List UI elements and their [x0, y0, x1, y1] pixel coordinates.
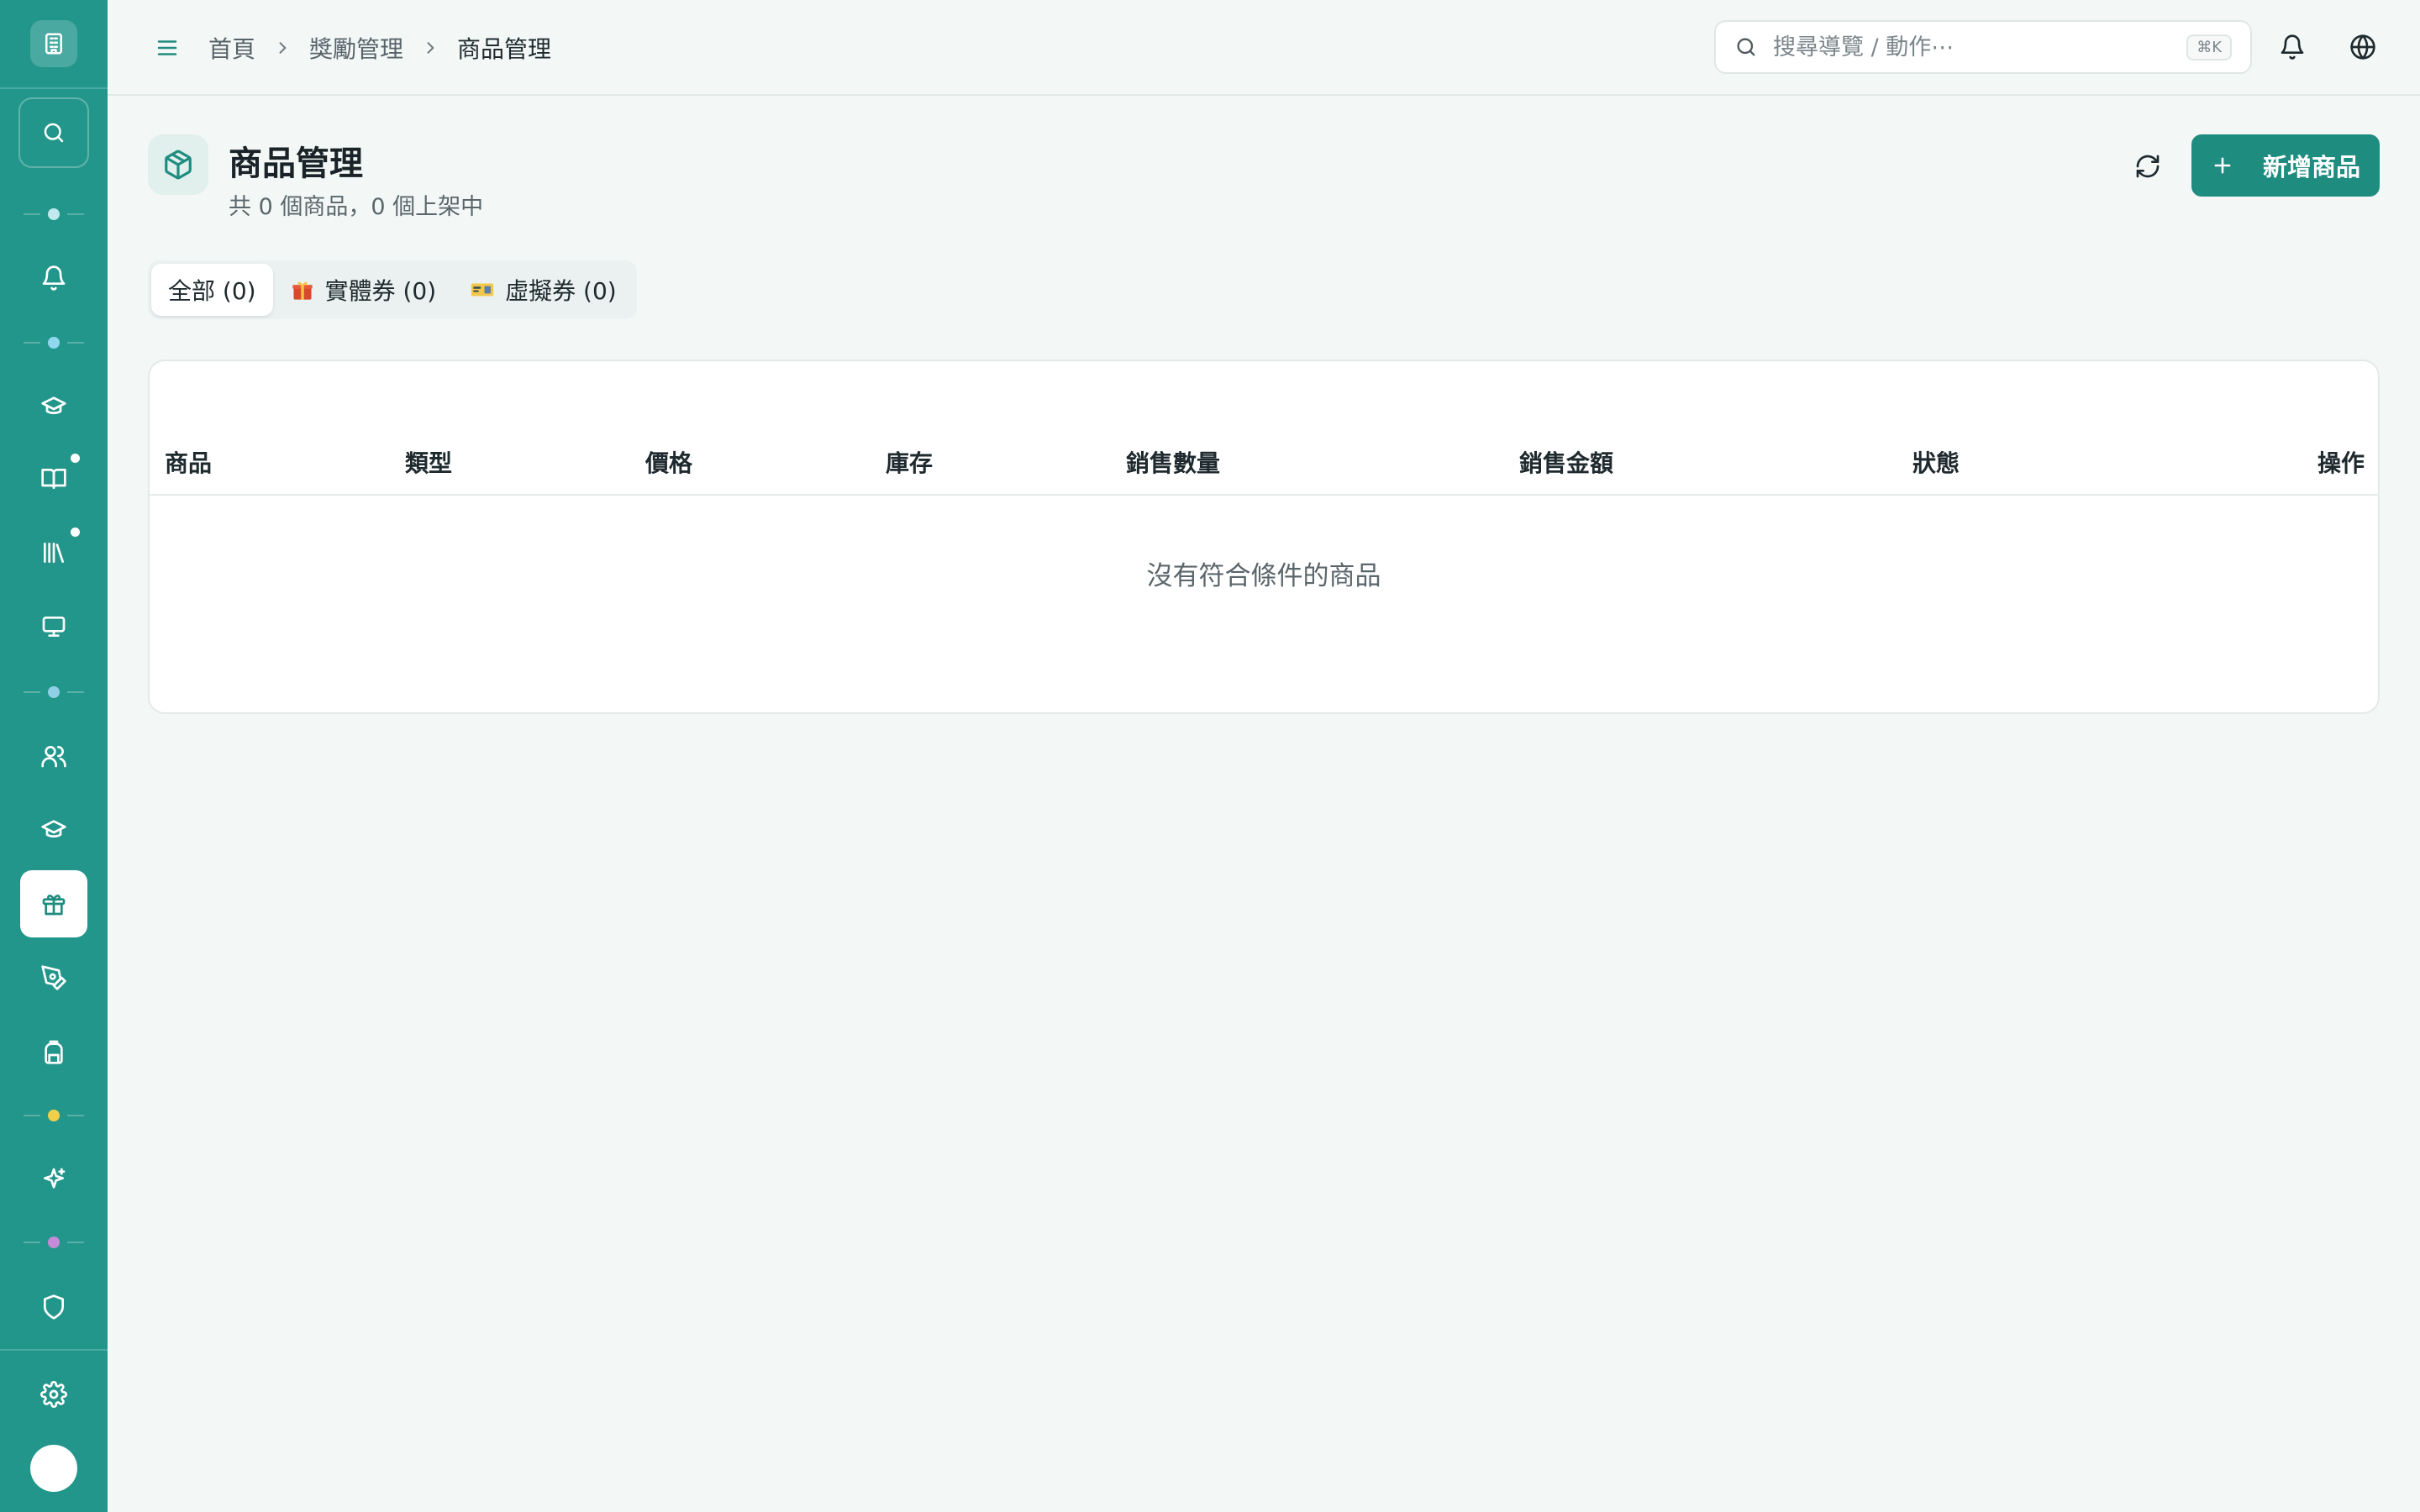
breadcrumb-current: 商品管理 — [457, 35, 552, 63]
sparkles-icon — [44, 1168, 66, 1189]
graduation-cap-icon — [41, 396, 66, 414]
menu-toggle-button[interactable] — [148, 29, 187, 67]
sidebar-item-security[interactable] — [20, 1273, 87, 1341]
gift-icon — [290, 277, 315, 302]
add-product-button[interactable]: 新增商品 — [2191, 134, 2380, 197]
tab-label: 全部 (0) — [168, 277, 256, 305]
sidebar-separator — [24, 1109, 84, 1122]
chevron-right-icon — [274, 39, 291, 56]
sidebar-item-rewards[interactable] — [20, 870, 87, 937]
notifications-button[interactable] — [2270, 25, 2314, 69]
column-header-product: 商品 — [165, 449, 213, 477]
sidebar-item-ai[interactable] — [20, 1146, 87, 1213]
page-icon — [148, 134, 208, 195]
user-avatar[interactable] — [30, 1445, 77, 1492]
sidebar-search-button[interactable] — [18, 97, 89, 168]
page-title: 商品管理 — [229, 144, 363, 183]
sidebar-item-users[interactable] — [20, 722, 87, 790]
top-bar: 首頁 獎勵管理 商品管理 ⌘K — [108, 0, 2420, 96]
sidebar-badge — [71, 454, 80, 463]
hamburger-menu-icon — [157, 40, 177, 55]
plus-icon — [2214, 157, 2231, 174]
globe-icon — [2350, 34, 2375, 60]
sidebar-item-design[interactable] — [20, 944, 87, 1011]
table-header: 商品 類型 價格 庫存 銷售數量 銷售金額 狀態 操作 — [150, 415, 2378, 496]
add-product-label: 新增商品 — [2262, 153, 2360, 181]
breadcrumb: 首頁 獎勵管理 商品管理 — [208, 29, 551, 67]
ticket-icon — [470, 277, 495, 302]
shortcut-badge: ⌘K — [2186, 34, 2232, 60]
sidebar-divider — [0, 87, 108, 89]
chevron-right-icon — [422, 39, 439, 56]
refresh-button[interactable] — [2124, 143, 2171, 190]
sidebar-separator — [24, 1236, 84, 1249]
column-header-stock: 庫存 — [886, 449, 934, 477]
bell-icon — [2281, 34, 2304, 60]
sidebar-separator — [24, 207, 84, 221]
pen-tool-icon — [41, 965, 66, 990]
sidebar-item-monitor[interactable] — [20, 593, 87, 660]
graduation-cap-icon — [41, 820, 66, 837]
building-icon — [45, 33, 62, 55]
sidebar-item-notifications[interactable] — [20, 244, 87, 312]
search-icon — [1737, 38, 1755, 56]
sidebar-item-courses[interactable] — [20, 372, 87, 439]
book-icon — [41, 469, 66, 489]
users-icon — [41, 746, 66, 768]
app-root: 首頁 獎勵管理 商品管理 ⌘K 商品管理 共 0 個商品，0 個上架中 — [0, 0, 2420, 1512]
sidebar-separator — [24, 685, 84, 699]
global-search[interactable]: ⌘K — [1714, 20, 2252, 74]
tab-all[interactable]: 全部 (0) — [151, 264, 273, 316]
gift-icon — [42, 895, 66, 916]
column-header-sales-quantity: 銷售數量 — [1126, 449, 1221, 477]
package-icon — [165, 150, 192, 180]
tab-physical-voucher[interactable]: 實體券 (0) — [273, 264, 454, 316]
sidebar-item-backpack[interactable] — [20, 1018, 87, 1085]
column-header-type: 類型 — [405, 449, 453, 477]
sidebar-divider — [0, 1349, 108, 1351]
app-logo[interactable] — [30, 20, 77, 67]
page-subtitle: 共 0 個商品，0 個上架中 — [229, 194, 484, 220]
breadcrumb-home[interactable]: 首頁 — [208, 31, 255, 65]
search-input[interactable] — [1773, 34, 2187, 60]
products-table: 商品 類型 價格 庫存 銷售數量 銷售金額 狀態 操作 沒有符合條件的商品 — [148, 360, 2380, 714]
backpack-icon — [45, 1040, 63, 1064]
column-header-price: 價格 — [645, 449, 693, 477]
shield-icon — [44, 1294, 64, 1320]
library-icon — [44, 543, 64, 563]
tab-virtual-voucher[interactable]: 虛擬券 (0) — [453, 264, 634, 316]
sidebar-item-settings[interactable] — [20, 1361, 87, 1428]
search-icon — [44, 123, 64, 143]
gear-icon — [40, 1381, 67, 1408]
monitor-icon — [42, 617, 66, 637]
bell-icon — [42, 265, 66, 291]
tab-label: 實體券 (0) — [324, 277, 437, 305]
filter-tabs: 全部 (0) 實體券 (0) 虛擬券 (0) — [148, 260, 637, 319]
column-header-status: 狀態 — [1912, 449, 1960, 477]
refresh-icon — [2136, 155, 2160, 178]
column-header-actions: 操作 — [2317, 449, 2365, 477]
column-header-sales-amount: 銷售金額 — [1519, 449, 1614, 477]
breadcrumb-rewards[interactable]: 獎勵管理 — [309, 31, 403, 65]
sidebar-item-students[interactable] — [20, 795, 87, 863]
empty-state-message: 沒有符合條件的商品 — [1146, 561, 1381, 591]
tab-label: 虛擬券 (0) — [505, 277, 617, 305]
sidebar — [0, 0, 108, 1512]
sidebar-badge — [71, 528, 80, 537]
language-button[interactable] — [2341, 25, 2385, 69]
sidebar-separator — [24, 336, 84, 349]
